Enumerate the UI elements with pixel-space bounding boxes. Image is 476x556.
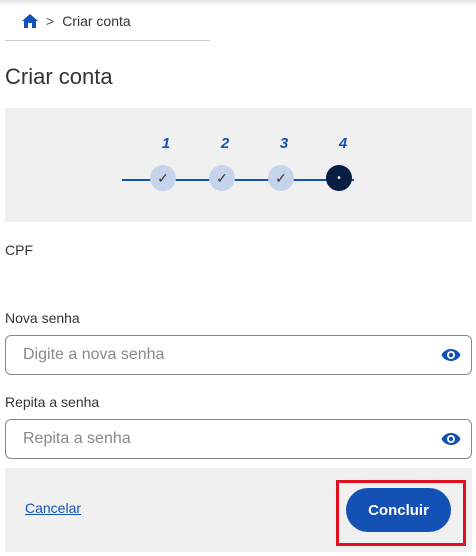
step-3-check-icon[interactable]: ✓ (268, 165, 294, 191)
cancel-link[interactable]: Cancelar (25, 500, 81, 516)
step-2-number: 2 (220, 135, 230, 152)
new-password-label: Nova senha (5, 310, 80, 326)
conclude-button[interactable]: Concluir (346, 488, 451, 532)
new-password-input[interactable] (7, 337, 427, 373)
breadcrumb-current: Criar conta (62, 13, 131, 29)
repeat-password-field-wrapper (5, 419, 472, 459)
step-4-current-dot-icon[interactable]: • (326, 165, 352, 191)
step-2-check-icon[interactable]: ✓ (209, 165, 235, 191)
step-1-check-icon[interactable]: ✓ (150, 165, 176, 191)
eye-icon[interactable] (441, 347, 461, 363)
form-footer: Cancelar Concluir (5, 468, 472, 552)
step-1-number: 1 (161, 135, 171, 152)
step-3-number: 3 (279, 135, 289, 152)
step-4-number: 4 (338, 135, 348, 152)
repeat-password-input[interactable] (7, 421, 427, 457)
eye-icon[interactable] (441, 431, 461, 447)
stepper: 1 2 3 4 ✓ ✓ ✓ • (5, 108, 472, 222)
repeat-password-label: Repita a senha (5, 394, 100, 410)
home-icon[interactable] (22, 14, 38, 28)
breadcrumb-separator: > (46, 13, 55, 29)
cpf-label: CPF (5, 242, 33, 258)
breadcrumb: > Criar conta (22, 12, 131, 30)
new-password-field-wrapper (5, 335, 472, 375)
breadcrumb-divider (5, 40, 210, 41)
page-title: Criar conta (5, 64, 113, 89)
top-shadow (0, 0, 476, 6)
